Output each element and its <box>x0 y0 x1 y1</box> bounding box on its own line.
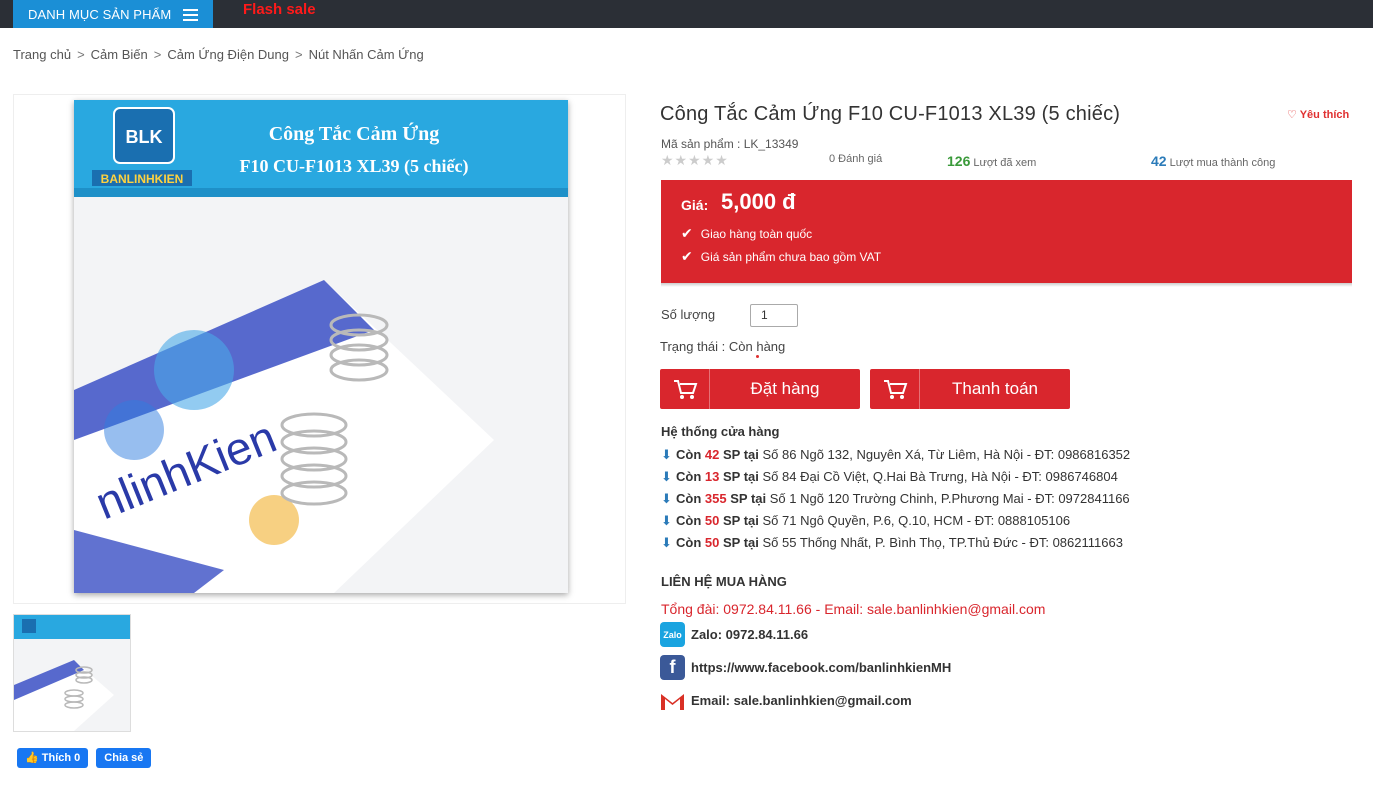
store-row: ⬇ Còn 355 SP tại Số 1 Ngõ 120 Trường Chin… <box>661 491 1130 506</box>
product-image-frame: BLK BANLINHKIEN Công Tắc Cảm Ứng F10 CU-… <box>13 94 626 604</box>
breadcrumb: Trang chủ > Cảm Biến > Cảm Ứng Điện Dung > Nút… <box>13 47 424 62</box>
checkout-button[interactable]: Thanh toán <box>870 369 1070 409</box>
image-title-line2: F10 CU-F1013 XL39 (5 chiếc) <box>240 156 469 177</box>
cart-icon <box>660 369 710 409</box>
breadcrumb-capacitive[interactable]: Cảm Ứng Điện Dung <box>167 47 289 62</box>
order-button[interactable]: Đặt hàng <box>660 369 860 409</box>
location-pin-icon: ⬇ <box>661 535 672 550</box>
price-value: 5,000 đ <box>721 189 796 214</box>
stock-status: Trạng thái : Còn hàng <box>660 339 786 354</box>
view-count: 126 Lượt đã xem <box>947 153 1037 169</box>
cart-icon <box>870 369 920 409</box>
facebook-buttons: 👍 Thích 0 Chia sẻ <box>17 748 152 768</box>
location-pin-icon: ⬇ <box>661 491 672 506</box>
store-system-heading: Hệ thống cửa hàng <box>661 424 780 439</box>
location-pin-icon: ⬇ <box>661 469 672 484</box>
facebook-share-button[interactable]: Chia sẻ <box>96 748 152 768</box>
purchase-count: 42 Lượt mua thành công <box>1151 153 1276 169</box>
category-menu-label: DANH MỤC SẢN PHẨM <box>28 6 172 22</box>
facebook-like-button[interactable]: 👍 Thích 0 <box>17 748 89 768</box>
location-pin-icon: ⬇ <box>661 447 672 462</box>
product-main-image[interactable]: BLK BANLINHKIEN Công Tắc Cảm Ứng F10 CU-… <box>74 100 568 593</box>
flash-sale-link[interactable]: Flash sale <box>243 0 316 20</box>
category-menu-button[interactable]: DANH MỤC SẢN PHẨM <box>13 0 213 28</box>
zalo-contact[interactable]: Zalo Zalo: 0972.84.11.66 <box>660 622 808 647</box>
checkout-button-label: Thanh toán <box>951 379 1038 398</box>
breadcrumb-touch-button[interactable]: Nút Nhấn Cảm Ứng <box>309 47 424 62</box>
rating-count: 0 Đánh giá <box>829 153 883 165</box>
price-box: Giá: 5,000 đ ✔ Giao hàng toàn quốc ✔ Giá s… <box>661 180 1352 283</box>
facebook-contact[interactable]: f https://www.facebook.com/banlinhkienMH <box>660 655 951 680</box>
product-sku: Mã sản phẩm : LK_13349 <box>661 137 799 151</box>
top-navbar: DANH MỤC SẢN PHẨM Flash sale <box>0 0 1373 28</box>
store-row: ⬇ Còn 42 SP tại Số 86 Ngõ 132, Nguyên Xá,… <box>661 447 1131 462</box>
price-box-shadow <box>661 283 1352 287</box>
feature-shipping: ✔ Giao hàng toàn quốc <box>681 225 813 241</box>
store-row: ⬇ Còn 50 SP tại Số 55 Thống Nhất, P. Bình… <box>661 535 1123 550</box>
location-pin-icon: ⬇ <box>661 513 672 528</box>
store-row: ⬇ Còn 13 SP tại Số 84 Đại Cồ Việt, Q.Hai … <box>661 469 1118 484</box>
heart-icon: ♡ <box>1287 109 1300 121</box>
logo-mark: BLK <box>126 127 163 147</box>
contact-heading: LIÊN HỆ MUA HÀNG <box>661 574 787 589</box>
status-dot <box>756 355 759 358</box>
check-icon: ✔ <box>681 225 693 241</box>
product-title: Công Tắc Cảm Ứng F10 CU-F1013 XL39 (5 ch… <box>660 103 1121 125</box>
product-thumbnail[interactable] <box>13 614 131 732</box>
quantity-label: Số lượng <box>661 307 716 322</box>
store-row: ⬇ Còn 50 SP tại Số 71 Ngô Quyền, P.6, Q.1… <box>661 513 1071 528</box>
logo-text: BANLINHKIEN <box>101 172 184 186</box>
facebook-icon: f <box>660 655 685 680</box>
favorite-button[interactable]: ♡ Yêu thích <box>1287 108 1349 121</box>
order-button-label: Đặt hàng <box>750 379 820 398</box>
hotline-text: Tổng đài: 0972.84.11.66 - Email: sale.ba… <box>661 601 1046 617</box>
breadcrumb-home[interactable]: Trang chủ <box>13 47 71 62</box>
image-title-line1: Công Tắc Cảm Ứng <box>269 121 440 145</box>
check-icon: ✔ <box>681 248 693 264</box>
feature-vat: ✔ Giá sản phẩm chưa bao gồm VAT <box>681 248 882 264</box>
hamburger-icon <box>183 9 198 21</box>
rating-stars[interactable]: ★★★★★ <box>661 152 729 169</box>
thumbs-up-icon: 👍 <box>25 752 42 764</box>
zalo-icon: Zalo <box>660 622 685 647</box>
email-contact[interactable]: Email: sale.banlinhkien@gmail.com <box>660 688 912 713</box>
price-label: Giá: <box>681 197 709 213</box>
gmail-icon <box>660 688 685 713</box>
quantity-input[interactable]: 1 <box>750 304 798 327</box>
breadcrumb-sensors[interactable]: Cảm Biến <box>91 47 148 62</box>
